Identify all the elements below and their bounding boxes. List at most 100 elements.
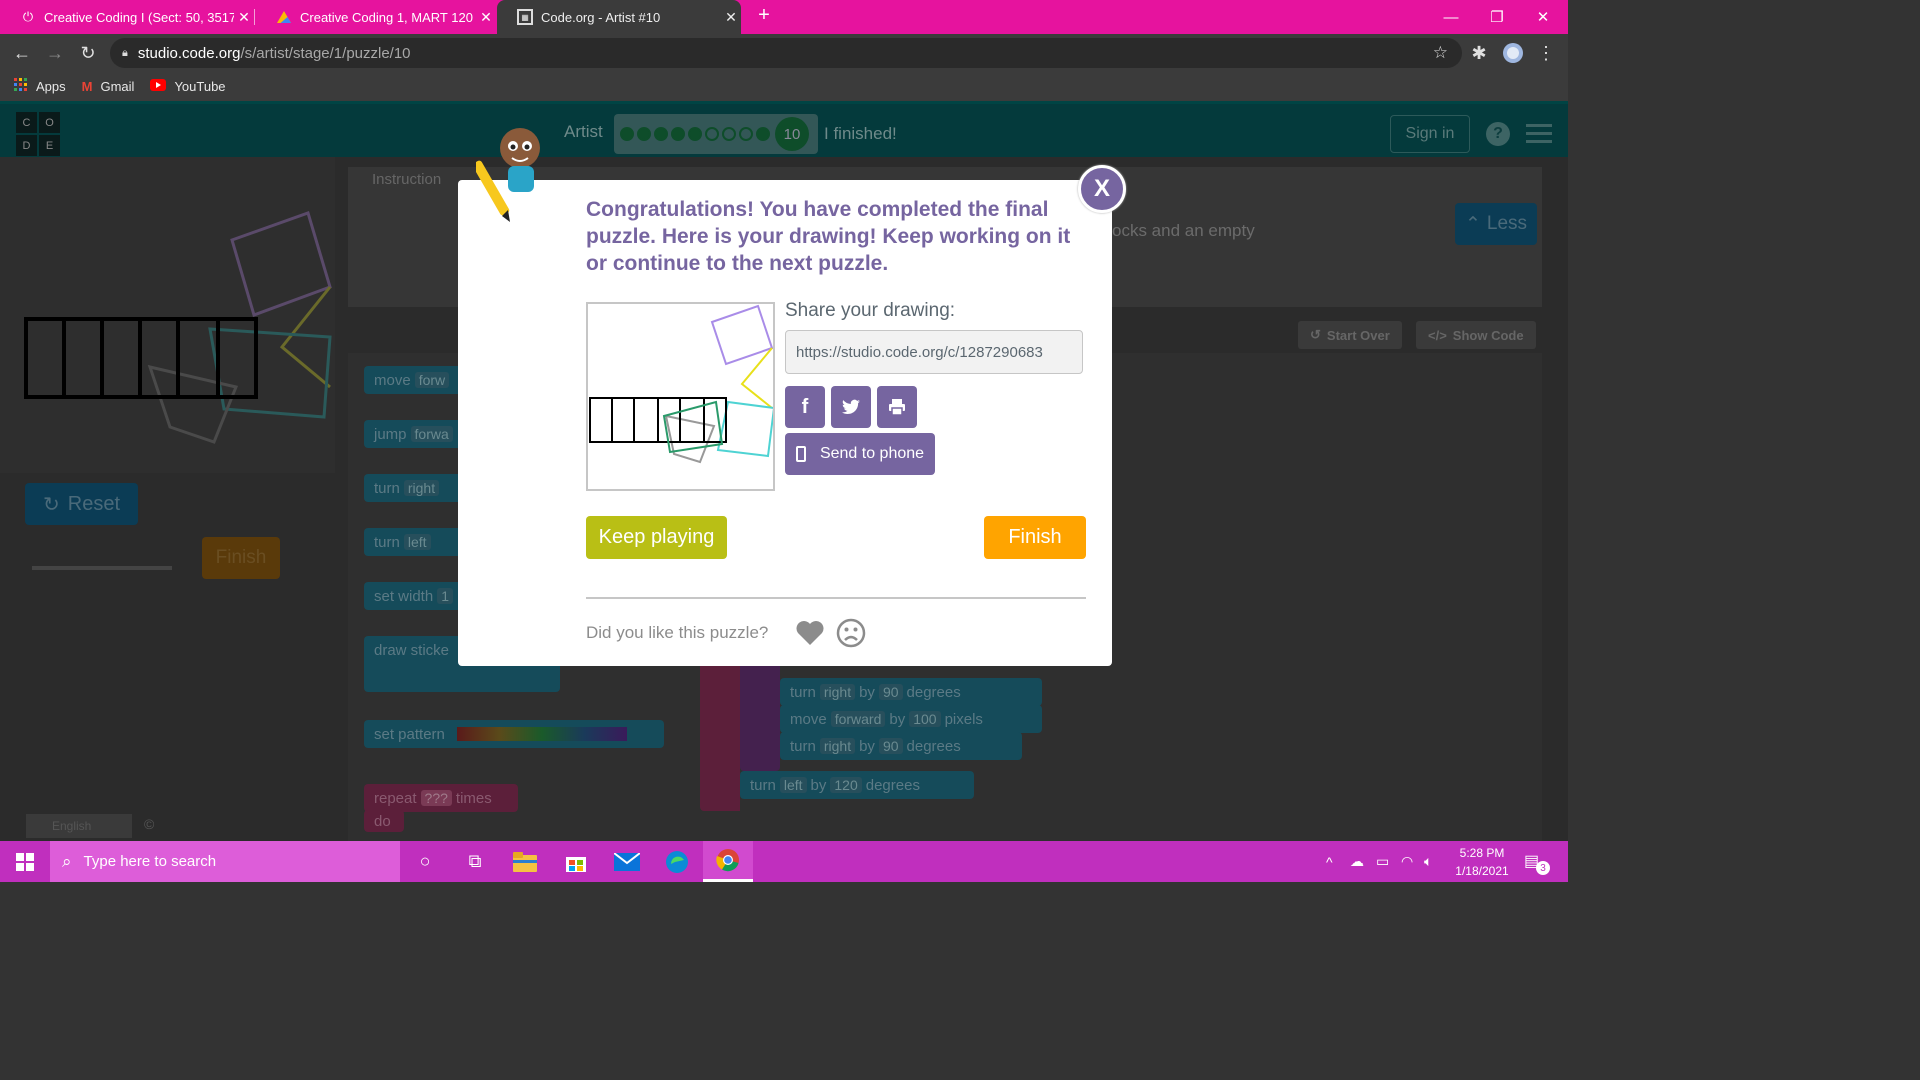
clock-date: 1/18/2021 — [1455, 864, 1509, 878]
toolbox-block[interactable]: turn right — [364, 474, 464, 502]
onedrive-icon[interactable]: ☁ — [1350, 841, 1364, 882]
browser-tab-1[interactable]: ⏻ Creative Coding I (Sect: 50, 3517 ✕ — [0, 0, 254, 34]
toolbox-block[interactable]: move forw — [364, 366, 464, 394]
toolbox-repeat-block[interactable]: repeat??? times — [364, 784, 518, 812]
toolbox-block[interactable]: set pattern — [364, 720, 664, 748]
program-outer-repeat[interactable] — [700, 661, 740, 811]
start-over-button[interactable]: ↺ Start Over — [1298, 321, 1402, 349]
toolbox-block[interactable]: jump forwa — [364, 420, 464, 448]
level-dot[interactable] — [620, 127, 634, 141]
close-tab-icon[interactable]: ✕ — [234, 9, 254, 26]
block-arg: 1 — [437, 588, 453, 604]
sad-face-icon[interactable] — [836, 618, 866, 648]
level-dot[interactable] — [756, 127, 770, 141]
minimize-icon[interactable]: — — [1428, 0, 1474, 34]
heart-icon[interactable] — [795, 618, 825, 648]
volume-icon[interactable]: 🔈︎ — [1424, 841, 1432, 882]
task-view-icon[interactable]: ⧉ — [450, 841, 500, 882]
instructions-tab[interactable]: Instruction — [372, 171, 441, 188]
dim-finish-button[interactable]: Finish — [202, 537, 280, 579]
search-placeholder: Type here to search — [83, 853, 217, 870]
battery-icon[interactable]: ▭ — [1376, 841, 1389, 882]
help-icon[interactable]: ? — [1486, 122, 1510, 146]
close-tab-icon[interactable]: ✕ — [721, 9, 741, 26]
windows-start-button[interactable] — [0, 841, 50, 882]
sign-in-button[interactable]: Sign in — [1390, 115, 1470, 153]
send-to-phone-button[interactable]: Send to phone — [785, 433, 935, 475]
logo-letter: C — [16, 112, 37, 133]
bookmark-youtube[interactable]: YouTube — [150, 78, 226, 94]
block-label: do — [374, 812, 391, 830]
less-button[interactable]: ⌃ Less — [1455, 203, 1537, 245]
restore-icon[interactable]: ❐ — [1474, 0, 1520, 34]
new-tab-button[interactable]: + — [754, 4, 774, 27]
speed-slider[interactable] — [32, 566, 172, 570]
level-dot[interactable] — [722, 127, 736, 141]
current-level-badge[interactable]: 10 — [775, 117, 809, 151]
chrome-icon[interactable] — [703, 841, 753, 882]
forward-arrow-icon[interactable]: → — [42, 40, 68, 66]
hamburger-menu-icon[interactable] — [1526, 124, 1552, 148]
reset-button[interactable]: ↻ Reset — [25, 483, 138, 525]
facebook-share-button[interactable]: f — [785, 386, 825, 428]
browser-tab-active[interactable]: ▦ Code.org - Artist #10 ✕ — [497, 0, 741, 34]
level-dot[interactable] — [671, 127, 685, 141]
back-arrow-icon[interactable]: ← — [9, 40, 35, 66]
profile-avatar[interactable] — [1500, 40, 1526, 66]
extensions-icon[interactable]: ✱ — [1466, 40, 1492, 66]
wifi-icon[interactable]: ◠ — [1401, 841, 1413, 882]
toolbox-block[interactable]: set width 1 — [364, 582, 464, 610]
print-icon — [889, 399, 905, 416]
close-tab-icon[interactable]: ✕ — [476, 9, 496, 26]
level-dot[interactable] — [688, 127, 702, 141]
block-label: turn — [374, 479, 400, 497]
chrome-menu-icon[interactable]: ⋮ — [1533, 40, 1559, 66]
program-block[interactable]: turn right by 90 degrees — [780, 732, 1022, 760]
print-button[interactable] — [877, 386, 917, 428]
address-bar[interactable]: 🔒︎ studio.code.org/s/artist/stage/1/puzz… — [110, 38, 1462, 68]
file-explorer-icon[interactable] — [500, 841, 550, 882]
taskbar-search[interactable]: ⌕ Type here to search — [50, 841, 400, 882]
mail-icon[interactable] — [602, 841, 652, 882]
block-label: turn — [750, 776, 776, 794]
pattern-swatch[interactable] — [456, 727, 627, 741]
language-select[interactable]: English — [26, 814, 132, 838]
share-url-field[interactable]: https://studio.code.org/c/1287290683 — [785, 330, 1083, 374]
window-close-icon[interactable]: ✕ — [1520, 0, 1566, 34]
level-dot[interactable] — [705, 127, 719, 141]
block-arg: forw — [414, 372, 450, 388]
facebook-icon: f — [801, 395, 809, 418]
program-block[interactable]: turn right by 90 degrees — [780, 678, 1042, 706]
congrats-message: Congratulations! You have completed the … — [586, 198, 1071, 275]
block-by: by — [859, 683, 875, 701]
program-block[interactable]: move forward by 100 pixels — [780, 705, 1042, 733]
bookmark-star-icon[interactable]: ☆ — [1433, 43, 1448, 63]
undo-icon: ↺ — [1310, 327, 1321, 342]
edge-icon[interactable] — [652, 841, 702, 882]
toolbox-block[interactable]: turn left — [364, 528, 464, 556]
program-block[interactable]: turn left by 120 degrees — [740, 771, 974, 799]
level-dot[interactable] — [739, 127, 753, 141]
level-dot[interactable] — [654, 127, 668, 141]
copyright-icon[interactable]: © — [144, 816, 154, 832]
notification-center-icon[interactable]: ▤ 3 — [1524, 851, 1550, 875]
show-hidden-icons[interactable]: ^ — [1326, 841, 1333, 882]
system-clock[interactable]: 5:28 PM 1/18/2021 — [1452, 844, 1512, 880]
browser-tab-2[interactable]: Creative Coding 1, MART 120 | H ✕ — [256, 0, 496, 34]
store-icon[interactable] — [551, 841, 601, 882]
show-code-button[interactable]: </> Show Code — [1416, 321, 1536, 349]
code-icon: </> — [1428, 327, 1447, 343]
cortana-icon[interactable]: ○ — [400, 841, 450, 882]
level-dot[interactable] — [637, 127, 651, 141]
logo-letter: D — [16, 135, 37, 156]
codeorg-logo[interactable]: C O D E — [16, 112, 60, 156]
keep-playing-button[interactable]: Keep playing — [586, 516, 727, 559]
finish-button[interactable]: Finish — [984, 516, 1086, 559]
block-label: repeat — [374, 789, 417, 807]
twitter-share-button[interactable] — [831, 386, 871, 428]
bookmark-apps[interactable]: Apps — [14, 77, 66, 95]
program-inner-repeat[interactable] — [740, 661, 780, 771]
bookmark-gmail[interactable]: M Gmail — [82, 79, 135, 94]
reload-icon[interactable]: ↻ — [75, 40, 101, 66]
lesson-title: Artist — [564, 122, 603, 141]
